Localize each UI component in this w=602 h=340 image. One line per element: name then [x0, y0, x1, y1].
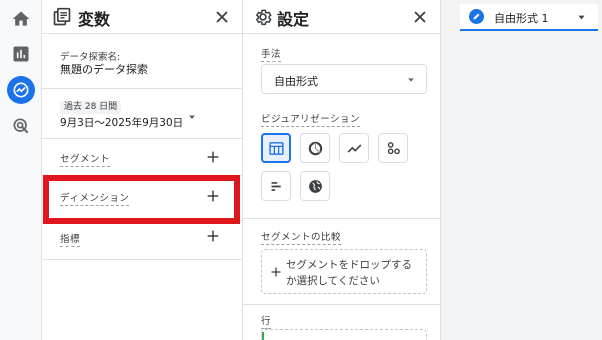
chevron-down-icon[interactable] — [186, 111, 198, 123]
settings-header: 設定 — [243, 0, 440, 34]
close-icon[interactable] — [410, 7, 430, 27]
explore-name-input[interactable]: 無題のデータ探索 — [60, 61, 148, 77]
divider — [42, 88, 242, 89]
chevron-down-icon — [408, 78, 414, 82]
divider — [243, 304, 441, 305]
close-icon[interactable] — [212, 7, 232, 27]
table-icon[interactable] — [261, 133, 291, 163]
geo-map-icon[interactable] — [300, 171, 330, 201]
settings-title: 設定 — [277, 10, 310, 29]
bar-chart-icon[interactable] — [261, 171, 291, 201]
plus-icon — [271, 267, 281, 277]
line-chart-icon[interactable] — [339, 133, 369, 163]
advertising-icon[interactable] — [7, 112, 35, 140]
chevron-down-icon[interactable] — [577, 13, 586, 22]
variables-icon — [53, 7, 71, 26]
add-segment-icon[interactable] — [205, 149, 221, 165]
segment-drop-zone[interactable]: セグメントをドロップする か選択してください — [261, 249, 427, 294]
rows-drop-zone[interactable] — [261, 329, 427, 340]
date-range-badge: 過去 28 日間 — [60, 101, 122, 114]
segments-label: セグメント — [60, 151, 111, 167]
rows-label: 行 — [261, 313, 272, 329]
segment-compare-label: セグメントの比較 — [261, 229, 342, 245]
home-icon[interactable] — [7, 5, 35, 33]
gear-icon — [255, 9, 272, 26]
variables-title: 変数 — [78, 10, 111, 29]
canvas-panel — [441, 0, 602, 340]
explore-icon[interactable] — [7, 76, 35, 104]
segment-drop-text-2: か選択してください — [286, 275, 380, 287]
add-metric-icon[interactable] — [205, 228, 221, 244]
tab-freeform-1[interactable]: 自由形式 1 — [460, 4, 598, 31]
scatter-chart-icon[interactable] — [378, 133, 408, 163]
technique-label: 手法 — [261, 46, 282, 62]
variables-header: 変数 — [42, 0, 242, 34]
dimensions-highlight-box — [43, 175, 240, 224]
divider — [42, 138, 242, 139]
rows-indicator — [262, 332, 264, 340]
visualization-label: ビジュアリゼーション — [261, 111, 360, 127]
edit-icon[interactable] — [469, 9, 484, 24]
reports-icon[interactable] — [7, 40, 35, 68]
technique-select[interactable]: 自由形式 — [261, 64, 427, 94]
date-range-value[interactable]: 9月3日～2025年9月30日 — [60, 115, 183, 130]
divider — [42, 259, 242, 260]
tab-label: 自由形式 1 — [494, 12, 549, 25]
donut-chart-icon[interactable] — [300, 133, 330, 163]
technique-value: 自由形式 — [274, 75, 318, 88]
segment-drop-text-1: セグメントをドロップする — [286, 259, 412, 271]
metrics-label: 指標 — [60, 231, 81, 247]
nav-rail — [0, 0, 42, 340]
divider — [243, 218, 441, 219]
variables-panel: 変数 データ探索名: 無題のデータ探索 過去 28 日間 9月3日～2025年9… — [42, 0, 243, 340]
